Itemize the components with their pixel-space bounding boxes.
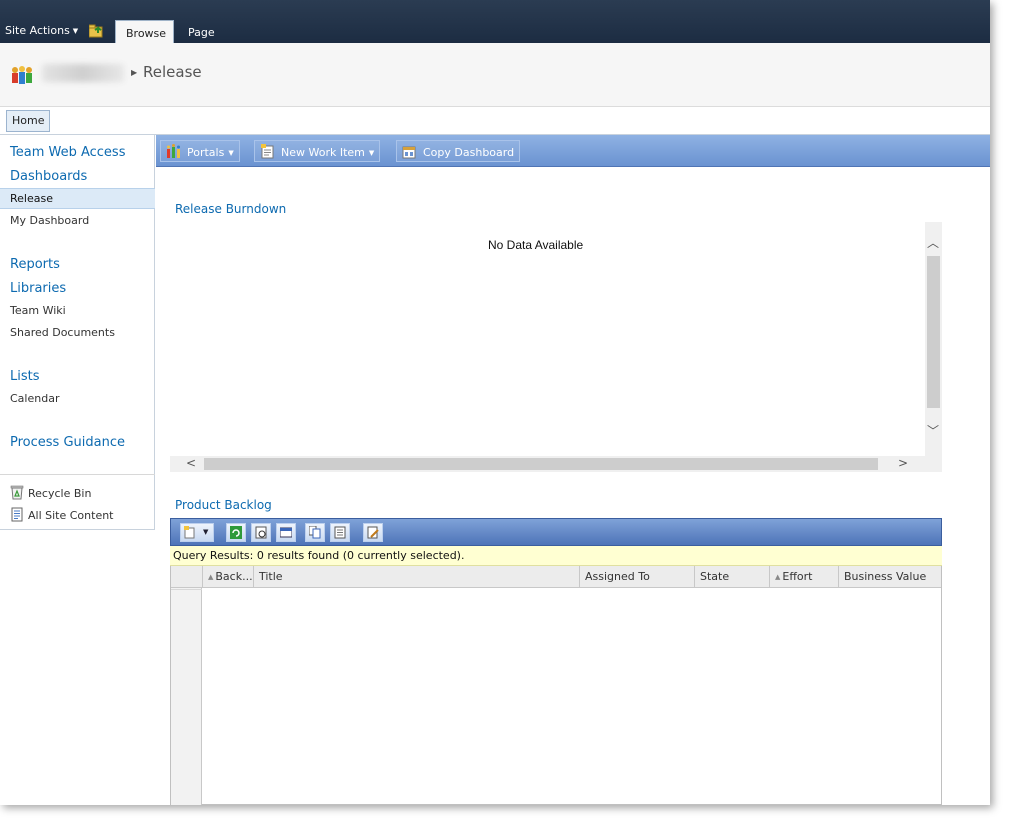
grid-header: ▲ Back... Title Assigned To State ▲ Effort… <box>171 566 941 588</box>
chevron-down-icon: ▼ <box>72 27 79 35</box>
column-label: Effort <box>782 570 813 583</box>
copy-button[interactable] <box>305 523 325 542</box>
column-label: Back... <box>215 570 253 583</box>
chevron-down-icon: ▼ <box>203 528 209 536</box>
query-results-bar: Query Results: 0 results found (0 curren… <box>170 546 942 566</box>
backlog-grid: ▲ Back... Title Assigned To State ▲ Effort… <box>170 566 942 805</box>
scroll-left-icon[interactable]: < <box>186 456 196 470</box>
site-actions-menu[interactable]: Site Actions ▼ <box>5 24 78 37</box>
chevron-down-icon: ▼ <box>368 149 375 157</box>
site-actions-label: Site Actions <box>5 24 70 37</box>
horizontal-scrollbar[interactable]: < > <box>170 456 942 472</box>
copy-dashboard-icon <box>402 146 416 159</box>
document-icon <box>334 526 346 539</box>
ql-all-site-content[interactable]: All Site Content <box>10 507 114 522</box>
ql-process-guidance[interactable]: Process Guidance <box>10 435 125 450</box>
ql-libraries[interactable]: Libraries <box>10 281 66 296</box>
backlog-toolbar: ▼ <box>170 518 942 546</box>
portals-button[interactable]: Portals ▼ <box>160 140 240 162</box>
ql-divider <box>0 474 155 475</box>
ql-item-shared-documents[interactable]: Shared Documents <box>10 326 115 339</box>
navigate-up-icon[interactable] <box>89 24 105 38</box>
vertical-scroll-thumb[interactable] <box>927 256 940 408</box>
tab-browse[interactable]: Browse <box>115 20 174 43</box>
breadcrumb-separator-icon: ▶ <box>131 68 138 77</box>
edit-query-button[interactable] <box>363 523 383 542</box>
release-burndown-chart: No Data Available ︿ ﹀ < > <box>170 222 942 472</box>
copy-icon <box>309 526 321 539</box>
horizontal-scroll-thumb[interactable] <box>204 458 878 470</box>
new-work-item-label: New Work Item <box>281 146 365 159</box>
edit-query-icon <box>367 526 379 539</box>
column-state[interactable]: State <box>694 566 769 588</box>
sort-ascending-icon: ▲ <box>208 573 214 581</box>
scroll-down-icon[interactable]: ﹀ <box>927 422 939 439</box>
no-data-message: No Data Available <box>488 238 584 252</box>
copy-dashboard-label: Copy Dashboard <box>423 146 515 159</box>
ribbon-bar: Site Actions ▼ Browse Page <box>0 0 990 43</box>
column-title[interactable]: Title <box>253 566 579 588</box>
new-item-dropdown-button[interactable]: ▼ <box>180 523 214 542</box>
recycle-bin-icon <box>10 485 24 500</box>
quick-launch: Team Web Access Dashboards Release My Da… <box>0 135 155 530</box>
site-name-redacted[interactable] <box>42 64 124 82</box>
column-assigned-to[interactable]: Assigned To <box>579 566 694 588</box>
ql-lists[interactable]: Lists <box>10 369 40 384</box>
scroll-right-icon[interactable]: > <box>898 456 908 470</box>
open-query-icon <box>255 526 267 539</box>
column-effort[interactable]: ▲ Effort <box>769 566 838 588</box>
site-content-icon <box>11 507 23 522</box>
tab-page[interactable]: Page <box>178 20 225 43</box>
dashboard-toolbar: Portals ▼ New Work Item ▼ Copy Dashboard <box>156 135 990 167</box>
row-selector <box>171 588 202 590</box>
new-item-icon <box>184 526 195 539</box>
column-backlog-priority[interactable]: ▲ Back... <box>202 566 253 588</box>
top-navigation: Home <box>0 107 990 135</box>
new-work-item-icon <box>261 144 274 159</box>
site-logo-icon[interactable] <box>10 64 34 86</box>
page-title-area: ▶ Release <box>0 43 990 107</box>
sharepoint-window: Site Actions ▼ Browse Page ▶ Release Home… <box>0 0 990 805</box>
all-site-content-label: All Site Content <box>28 509 114 522</box>
scroll-up-icon[interactable]: ︿ <box>927 234 939 251</box>
nav-home[interactable]: Home <box>6 110 51 132</box>
row-selector-gutter[interactable] <box>171 588 202 805</box>
ql-team-web-access[interactable]: Team Web Access <box>10 145 125 160</box>
page-title: Release <box>143 63 202 81</box>
open-in-excel-button[interactable] <box>251 523 271 542</box>
paste-button[interactable] <box>330 523 350 542</box>
release-burndown-title[interactable]: Release Burndown <box>175 202 286 216</box>
ql-item-my-dashboard[interactable]: My Dashboard <box>10 214 89 227</box>
ql-item-release[interactable]: Release <box>10 192 53 205</box>
ql-reports[interactable]: Reports <box>10 257 60 272</box>
refresh-icon <box>230 526 242 539</box>
refresh-button[interactable] <box>226 523 246 542</box>
ql-item-team-wiki[interactable]: Team Wiki <box>10 304 66 317</box>
ql-recycle-bin[interactable]: Recycle Bin <box>10 485 91 500</box>
vertical-scrollbar[interactable]: ︿ ﹀ <box>925 222 942 456</box>
ql-dashboards[interactable]: Dashboards <box>10 169 87 184</box>
view-button[interactable] <box>276 523 296 542</box>
product-backlog-title[interactable]: Product Backlog <box>175 498 272 512</box>
window-icon <box>280 527 292 538</box>
portals-icon <box>167 144 180 158</box>
portals-label: Portals <box>187 146 225 159</box>
new-work-item-button[interactable]: New Work Item ▼ <box>254 140 381 162</box>
column-business-value[interactable]: Business Value <box>838 566 941 588</box>
chevron-down-icon: ▼ <box>228 149 234 157</box>
sort-ascending-icon: ▲ <box>775 573 781 581</box>
ql-item-calendar[interactable]: Calendar <box>10 392 59 405</box>
copy-dashboard-button[interactable]: Copy Dashboard <box>396 140 521 162</box>
recycle-bin-label: Recycle Bin <box>28 487 92 500</box>
